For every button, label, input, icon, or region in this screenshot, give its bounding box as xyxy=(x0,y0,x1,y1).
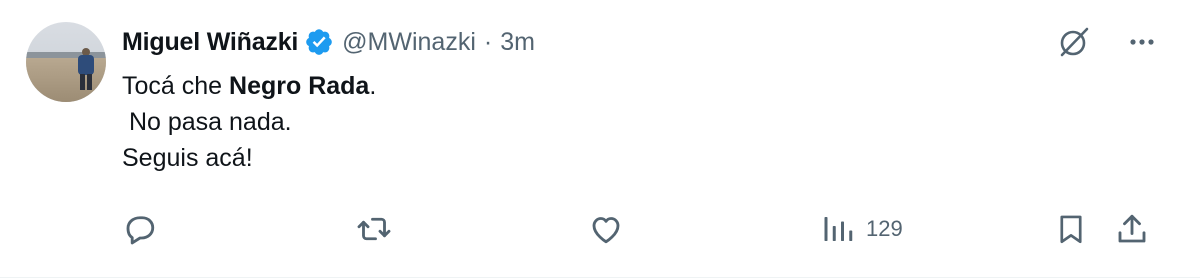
separator-dot: · xyxy=(483,27,493,56)
like-icon xyxy=(592,217,620,244)
author-handle[interactable]: @MWinazki xyxy=(342,28,476,57)
reply-button[interactable] xyxy=(122,208,158,250)
share-button[interactable] xyxy=(1114,208,1150,250)
views-count: 129 xyxy=(866,216,903,241)
views-icon xyxy=(824,217,853,241)
avatar[interactable] xyxy=(26,22,106,102)
views-button[interactable]: 129 xyxy=(820,208,903,250)
tweet-card[interactable]: Miguel Wiñazki @MWinazki · 3m Tocá che N xyxy=(0,0,1200,278)
verified-badge-icon[interactable] xyxy=(304,27,334,57)
bookmark-button[interactable] xyxy=(1054,208,1088,250)
tweet-text-segment: Tocá che xyxy=(122,72,230,100)
tweet-text-segment: No pasa nada. xyxy=(122,108,292,136)
tweet-text: Tocá che Negro Rada. No pasa nada. Seguis… xyxy=(122,68,1022,176)
repost-button[interactable] xyxy=(355,208,393,250)
action-bar: 129 xyxy=(0,208,1200,250)
grok-icon[interactable] xyxy=(1054,22,1094,62)
tweet-text-segment: Seguis acá! xyxy=(122,144,253,172)
tweet-text-line: Tocá che Negro Rada. xyxy=(122,68,1022,104)
author-display-name[interactable]: Miguel Wiñazki xyxy=(122,28,298,57)
top-actions xyxy=(1054,22,1162,62)
bookmark-icon xyxy=(1060,215,1082,244)
more-icon[interactable] xyxy=(1122,22,1162,62)
tweet-text-line: Seguis acá! xyxy=(122,140,1022,176)
post-timestamp[interactable]: 3m xyxy=(500,28,535,57)
tweet-header: Miguel Wiñazki @MWinazki · 3m xyxy=(122,24,535,60)
tweet-text-segment: . xyxy=(369,72,377,100)
tweet-text-line: No pasa nada. xyxy=(122,104,1022,140)
tweet-text-bold: Negro Rada xyxy=(229,72,370,100)
like-button[interactable] xyxy=(588,208,624,250)
share-icon xyxy=(1118,214,1146,243)
repost-icon xyxy=(357,217,391,241)
reply-icon xyxy=(126,216,155,245)
